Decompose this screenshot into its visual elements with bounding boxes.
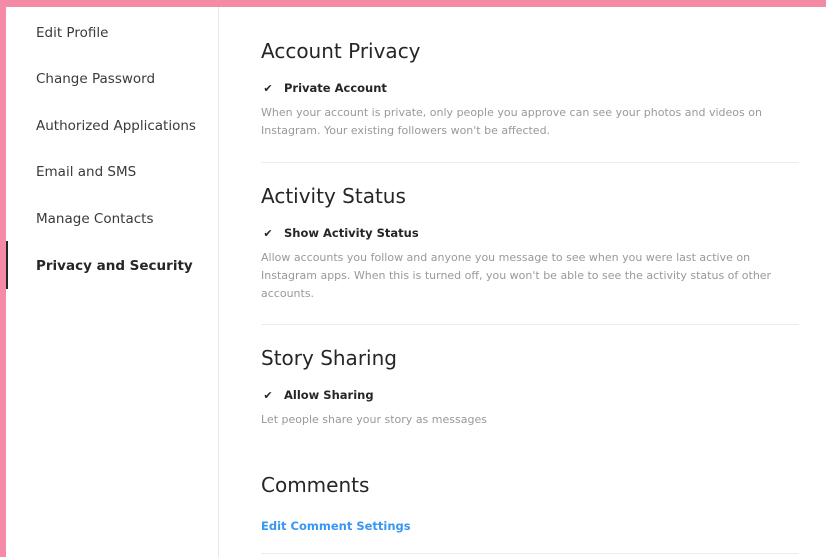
section-divider <box>261 324 799 325</box>
section-title: Comments <box>261 473 370 497</box>
checkbox-checked-icon[interactable]: ✔ <box>261 81 275 95</box>
story-sharing-section: Story Sharing ✔ Allow Sharing Let people… <box>261 346 799 429</box>
sidebar-item-privacy-security[interactable]: Privacy and Security <box>36 258 193 274</box>
help-text: Let people share your story as messages <box>261 413 487 426</box>
checkbox-label: Allow Sharing <box>284 388 374 402</box>
account-privacy-section: Account Privacy ✔ Private Account When y… <box>261 39 799 140</box>
active-indicator <box>6 241 8 289</box>
checkbox-checked-icon[interactable]: ✔ <box>261 388 275 402</box>
settings-content: Account Privacy ✔ Private Account When y… <box>219 7 826 557</box>
activity-status-section: Activity Status ✔ Show Activity Status A… <box>261 184 799 303</box>
section-divider <box>261 162 799 163</box>
help-text: Allow accounts you follow and anyone you… <box>261 251 772 300</box>
sidebar-item-email-sms[interactable]: Email and SMS <box>36 164 136 180</box>
help-text: When your account is private, only peopl… <box>261 106 762 137</box>
section-title: Account Privacy <box>261 39 421 63</box>
checkbox-label: Private Account <box>284 81 387 95</box>
sidebar-item-change-password[interactable]: Change Password <box>36 71 155 87</box>
comments-section: Comments Edit Comment Settings <box>261 473 799 534</box>
allow-sharing-checkbox-row[interactable]: ✔ Allow Sharing <box>261 388 799 402</box>
checkbox-label: Show Activity Status <box>284 226 419 240</box>
edit-comment-settings-link[interactable]: Edit Comment Settings <box>261 519 411 533</box>
show-activity-status-checkbox-row[interactable]: ✔ Show Activity Status <box>261 226 799 240</box>
private-account-checkbox-row[interactable]: ✔ Private Account <box>261 81 799 95</box>
sidebar-item-authorized-applications[interactable]: Authorized Applications <box>36 118 196 134</box>
settings-window: Edit Profile Change Password Authorized … <box>6 7 826 557</box>
checkbox-checked-icon[interactable]: ✔ <box>261 226 275 240</box>
sidebar-item-manage-contacts[interactable]: Manage Contacts <box>36 211 153 227</box>
settings-sidebar: Edit Profile Change Password Authorized … <box>6 7 219 557</box>
section-title: Activity Status <box>261 184 406 208</box>
section-title: Story Sharing <box>261 346 397 370</box>
sidebar-item-edit-profile[interactable]: Edit Profile <box>36 25 108 41</box>
section-divider <box>261 553 799 554</box>
